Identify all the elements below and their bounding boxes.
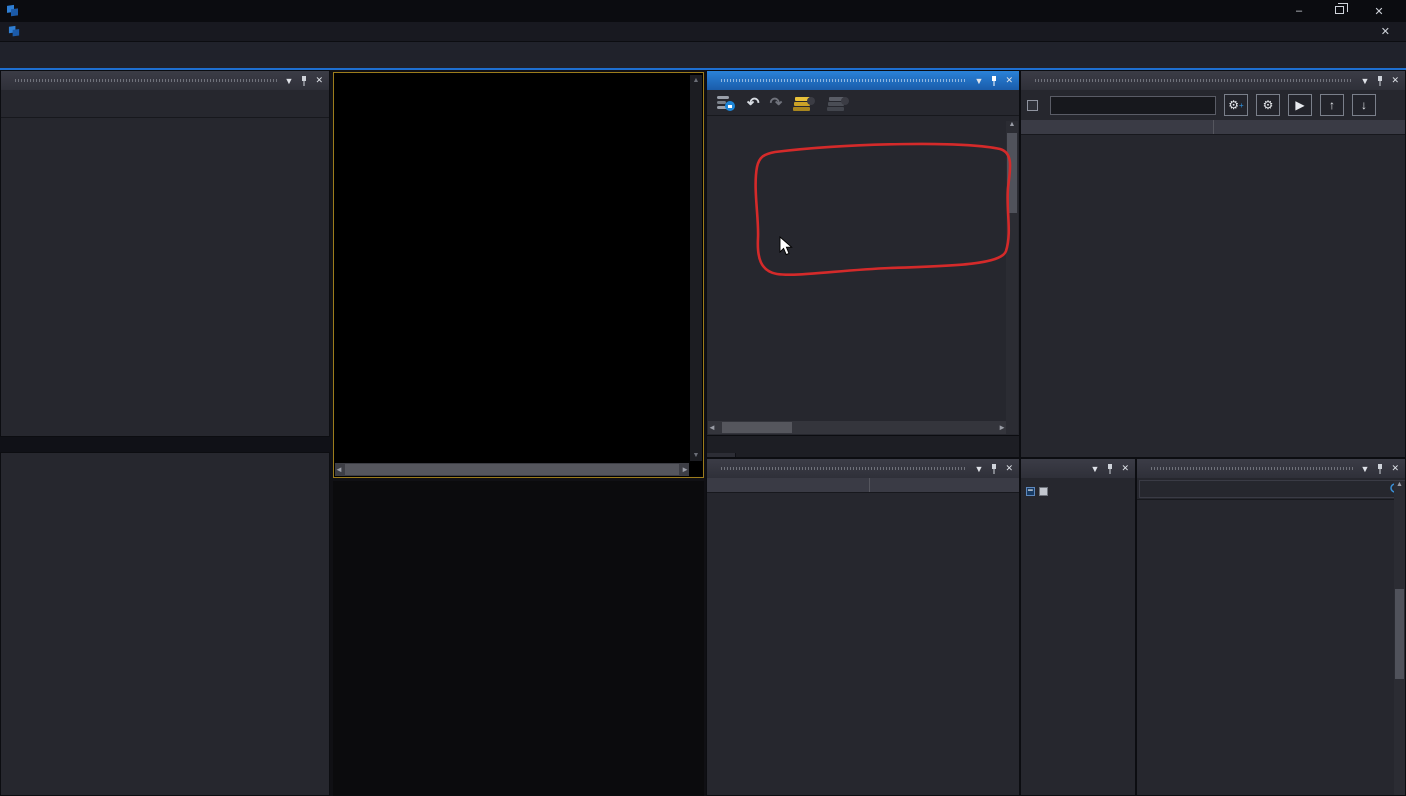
process-tree-tab-bar — [707, 435, 1019, 457]
pin-icon[interactable] — [990, 76, 998, 86]
pin-icon[interactable] — [1376, 464, 1384, 474]
pin-icon[interactable] — [300, 76, 308, 86]
view-settings-toolbar — [1, 90, 329, 118]
move-up-button[interactable]: ↑ — [1320, 94, 1344, 116]
feature-view-title: ▼ ✕ — [1137, 459, 1405, 478]
horizontal-scrollbar[interactable]: ◄► — [335, 463, 689, 476]
algorithm-settings-button[interactable]: ⚙+ — [1224, 94, 1248, 116]
classification-map-canvas[interactable] — [361, 532, 680, 796]
chevron-down-icon[interactable]: ▼ — [1091, 464, 1100, 474]
process-tree-rows — [708, 121, 1006, 421]
view-settings-title: ▼ ✕ — [1, 71, 329, 90]
title-bar: – ✕ — [0, 0, 1406, 22]
close-icon[interactable]: ✕ — [1372, 5, 1386, 18]
tab-main[interactable] — [707, 453, 736, 457]
minimize-icon[interactable]: – — [1292, 5, 1306, 18]
chevron-down-icon[interactable]: ▼ — [975, 76, 984, 86]
vertical-scrollbar[interactable]: ▲ — [1394, 481, 1405, 795]
advanced-settings-button[interactable]: ⚙ — [1256, 94, 1280, 116]
vertical-scrollbar[interactable]: ▲▼ — [690, 75, 702, 461]
feature-table-header — [707, 478, 1019, 493]
pin-icon[interactable] — [990, 464, 998, 474]
main-toolbar — [0, 42, 1406, 70]
close-icon[interactable]: ✕ — [1391, 463, 1399, 474]
process-lock-icon[interactable] — [715, 94, 737, 112]
document-icon — [8, 25, 21, 38]
vertical-scrollbar[interactable]: ▲ — [1006, 121, 1018, 434]
process-tree-title: ▼ ✕ — [707, 71, 1019, 90]
map-view-top[interactable]: ▲▼ ◄► — [333, 72, 704, 478]
pin-icon[interactable] — [1106, 464, 1114, 474]
close-icon[interactable]: ✕ — [1005, 75, 1013, 86]
feature-view-panel: ▼ ✕ ▲ — [1136, 458, 1406, 796]
class-hierarchy-panel: ▼ ✕ − — [1020, 458, 1136, 796]
feature-tree — [1138, 503, 1394, 794]
view-settings-tree — [1, 118, 329, 122]
horizontal-scrollbar[interactable]: ◄► — [708, 421, 1006, 434]
menu-bar: ✕ — [0, 22, 1406, 42]
chevron-down-icon[interactable]: ▼ — [285, 76, 294, 86]
search-input[interactable] — [1139, 480, 1406, 498]
auto-name-checkbox[interactable] — [1027, 100, 1038, 111]
object-level-settings-panel — [0, 452, 330, 796]
image-object-information-title: ▼ ✕ — [707, 459, 1019, 478]
map-view-area: ▲▼ ◄► — [330, 70, 706, 796]
process-name-input[interactable] — [1050, 96, 1216, 115]
view-settings-panel: ▼ ✕ — [0, 70, 330, 437]
class-hierarchy-title: ▼ ✕ — [1021, 459, 1135, 478]
feature-search-bar — [1137, 478, 1405, 500]
map-view-bottom[interactable] — [333, 481, 704, 796]
chevron-down-icon[interactable]: ▼ — [1361, 464, 1370, 474]
process-tree-toolbar: ↶ ↷ — [707, 90, 1019, 116]
app-window: – ✕ ✕ ▼ ✕ — [0, 0, 1406, 796]
settings-table-header — [1021, 120, 1405, 135]
document-close-icon[interactable]: ✕ — [1381, 25, 1398, 38]
execute-icon[interactable] — [792, 94, 816, 112]
close-icon[interactable]: ✕ — [1391, 75, 1399, 86]
process-properties-panel: ▼ ✕ ⚙+ ⚙ ▶ ↑ ↓ — [1020, 70, 1406, 458]
move-down-button[interactable]: ↓ — [1352, 94, 1376, 116]
workspace: ▼ ✕ ▲▼ ◄► — [0, 70, 1406, 796]
image-object-information-panel: ▼ ✕ — [706, 458, 1020, 796]
column-value — [869, 478, 1019, 492]
chevron-down-icon[interactable]: ▼ — [975, 464, 984, 474]
process-properties-title: ▼ ✕ — [1021, 71, 1405, 90]
app-icon — [6, 4, 20, 18]
execute-all-icon[interactable] — [826, 94, 850, 112]
column-value — [1213, 120, 1405, 134]
process-tree-panel: ▼ ✕ ↶ ↷ ▲ ◄► — [706, 70, 1020, 458]
undo-icon[interactable]: ↶ — [747, 94, 760, 112]
chevron-down-icon[interactable]: ▼ — [1361, 76, 1370, 86]
close-icon[interactable]: ✕ — [1121, 463, 1129, 474]
close-icon[interactable]: ✕ — [1005, 463, 1013, 474]
execute-button[interactable]: ▶ — [1288, 94, 1312, 116]
classes-root-node[interactable]: − — [1021, 484, 1135, 499]
process-name-controls: ⚙+ ⚙ ▶ ↑ ↓ — [1021, 90, 1405, 120]
restore-icon[interactable] — [1332, 5, 1346, 18]
close-icon[interactable]: ✕ — [315, 75, 323, 86]
classified-map-canvas[interactable] — [362, 117, 680, 433]
redo-icon[interactable]: ↷ — [770, 94, 783, 112]
pin-icon[interactable] — [1376, 76, 1384, 86]
